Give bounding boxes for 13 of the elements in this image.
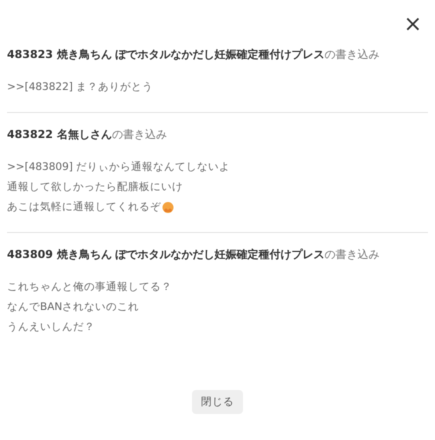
post-text: うんえいしんだ？ <box>7 320 95 335</box>
post-text: >>[483822] ま？ありがとう <box>7 80 154 95</box>
post-header: 483823 焼き鳥ちん ぽでホタルなかだし妊娠確定種付けプレスの書き込み <box>7 47 381 63</box>
close-dialog-button[interactable]: 閉じる <box>192 390 243 414</box>
post-text: あこは気軽に通報してくれるぞ <box>7 200 161 215</box>
post-text: なんでBANされないのこれ <box>7 300 140 315</box>
emoji-icon <box>162 201 174 213</box>
post-text: 通報して欲しかったら配膳板にいけ <box>7 180 183 195</box>
post-text: >>[483809] だりぃから通報なんてしないよ <box>7 160 230 175</box>
post-text: これちゃんと俺の事通報してる？ <box>7 280 172 295</box>
post-header: 483822 名無しさんの書き込み <box>7 127 168 143</box>
close-button[interactable]: × <box>400 14 426 36</box>
post-header: 483809 焼き鳥ちん ぽでホタルなかだし妊娠確定種付けプレスの書き込み <box>7 247 381 263</box>
